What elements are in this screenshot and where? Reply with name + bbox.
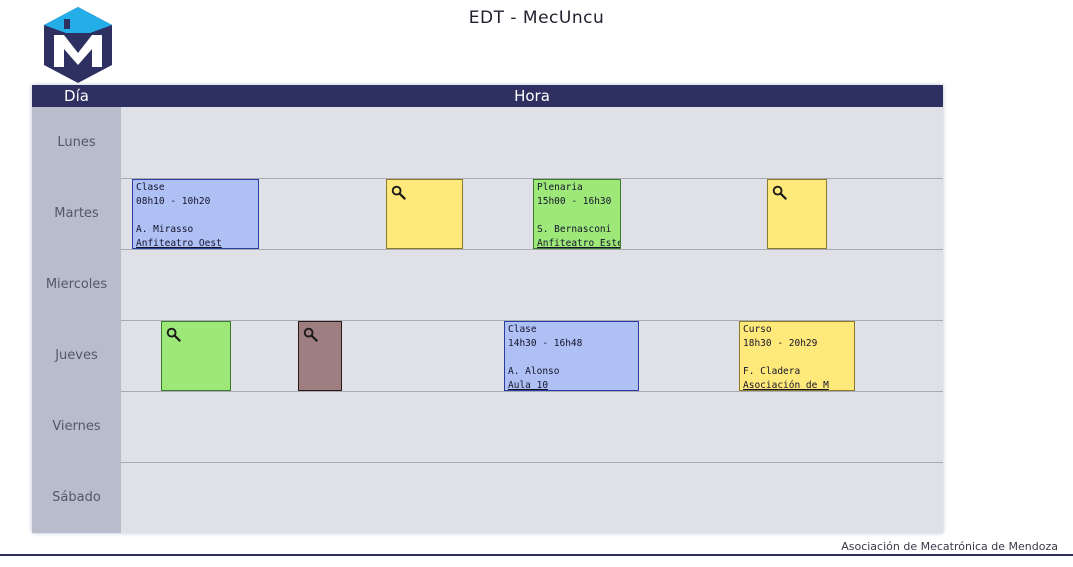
day-label-martes: Martes (54, 206, 99, 221)
magnifier-icon (772, 185, 787, 200)
event-type: Plenaria (537, 182, 583, 193)
row-divider (121, 391, 943, 392)
event-place: Asociación de M (743, 380, 829, 391)
event-time: 15h00 - 16h30 (537, 196, 612, 207)
magnifier-icon (391, 185, 406, 200)
footer-divider (0, 554, 1073, 556)
day-column: Lunes Martes Miercoles Jueves Viernes Sá… (32, 107, 121, 533)
day-label-jueves: Jueves (55, 348, 98, 363)
magnifier-icon (303, 327, 318, 342)
footer-credit: Asociación de Mecatrónica de Mendoza (841, 540, 1058, 553)
day-label-miercoles: Miercoles (45, 277, 108, 292)
hour-column-header: Hora (514, 87, 550, 105)
event-jueves-curso[interactable]: Curso 18h30 - 20h29 F. Cladera Asociació… (739, 321, 855, 391)
event-person: S. Bernasconi (537, 224, 612, 235)
event-person: A. Mirasso (136, 224, 194, 235)
event-jueves-clase[interactable]: Clase 14h30 - 16h48 A. Alonso Aula 10 (504, 321, 639, 391)
event-place: Anfiteatro Oest (136, 238, 222, 249)
row-divider (121, 249, 943, 250)
schedule-grid: Día Hora Lunes Martes Miercoles Jueves V… (32, 85, 943, 533)
event-martes-preview-2[interactable] (767, 179, 827, 249)
event-person: F. Cladera (743, 366, 801, 377)
event-martes-clase[interactable]: Clase 08h10 - 10h20 A. Mirasso Anfiteatr… (132, 179, 259, 249)
day-label-sabado: Sábado (52, 490, 101, 505)
day-label-lunes: Lunes (57, 135, 96, 150)
event-type: Curso (743, 324, 772, 335)
event-type: Clase (136, 182, 165, 193)
schedule-header: Día Hora (32, 85, 943, 107)
page-title: EDT - MecUncu (468, 8, 605, 28)
event-jueves-preview-2[interactable] (298, 321, 342, 391)
event-time: 08h10 - 10h20 (136, 196, 211, 207)
day-column-header: Día (64, 87, 89, 105)
event-jueves-preview-1[interactable] (161, 321, 231, 391)
event-type: Clase (508, 324, 537, 335)
magnifier-icon (166, 327, 181, 342)
event-person: A. Alonso (508, 366, 560, 377)
event-martes-plenaria[interactable]: Plenaria 15h00 - 16h30 S. Bernasconi Anf… (533, 179, 621, 249)
day-label-viernes: Viernes (52, 419, 101, 434)
event-place: Aula 10 (508, 380, 549, 391)
row-divider (121, 462, 943, 463)
event-time: 14h30 - 16h48 (508, 338, 583, 349)
event-martes-preview-1[interactable] (386, 179, 463, 249)
event-place: Anfiteatro Este (537, 238, 621, 249)
event-time: 18h30 - 20h29 (743, 338, 818, 349)
